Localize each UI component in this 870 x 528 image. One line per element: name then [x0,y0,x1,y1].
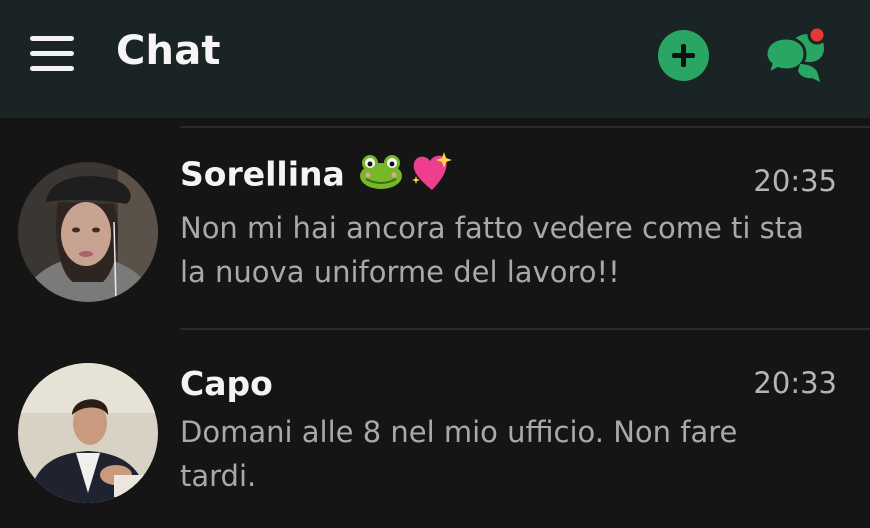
chat-bubbles-icon [764,25,827,82]
chat-time: 20:35 [753,164,837,198]
plus-icon-vertical [681,44,686,67]
frog-emoji [358,154,404,198]
top-bar: Chat [0,0,870,118]
chat-app: Chat Sorellina 20:35 Non mi hai ancora f… [0,0,870,528]
chat-name: Capo [180,364,273,403]
chat-bubbles-button[interactable] [762,24,830,86]
page-title: Chat [116,28,221,74]
new-chat-button[interactable] [658,30,709,81]
chat-name-text: Sorellina [180,154,345,194]
chat-row-capo[interactable]: Capo 20:33 Domani alle 8 nel mio ufficio… [0,330,870,528]
sparkling-heart-emoji [410,150,456,202]
chat-name: Sorellina [180,150,456,202]
chat-row-sorellina[interactable]: Sorellina 20:35 Non mi hai ancora fatto … [0,130,870,330]
avatar [18,363,158,503]
hamburger-menu-icon[interactable] [30,34,74,74]
divider [180,126,870,128]
chat-time: 20:33 [753,366,837,400]
chat-preview: Domani alle 8 nel mio ufficio. Non fare … [180,415,738,493]
avatar [18,162,158,302]
notification-dot [807,25,827,45]
chat-preview: Non mi hai ancora fatto vedere come ti s… [180,211,804,289]
